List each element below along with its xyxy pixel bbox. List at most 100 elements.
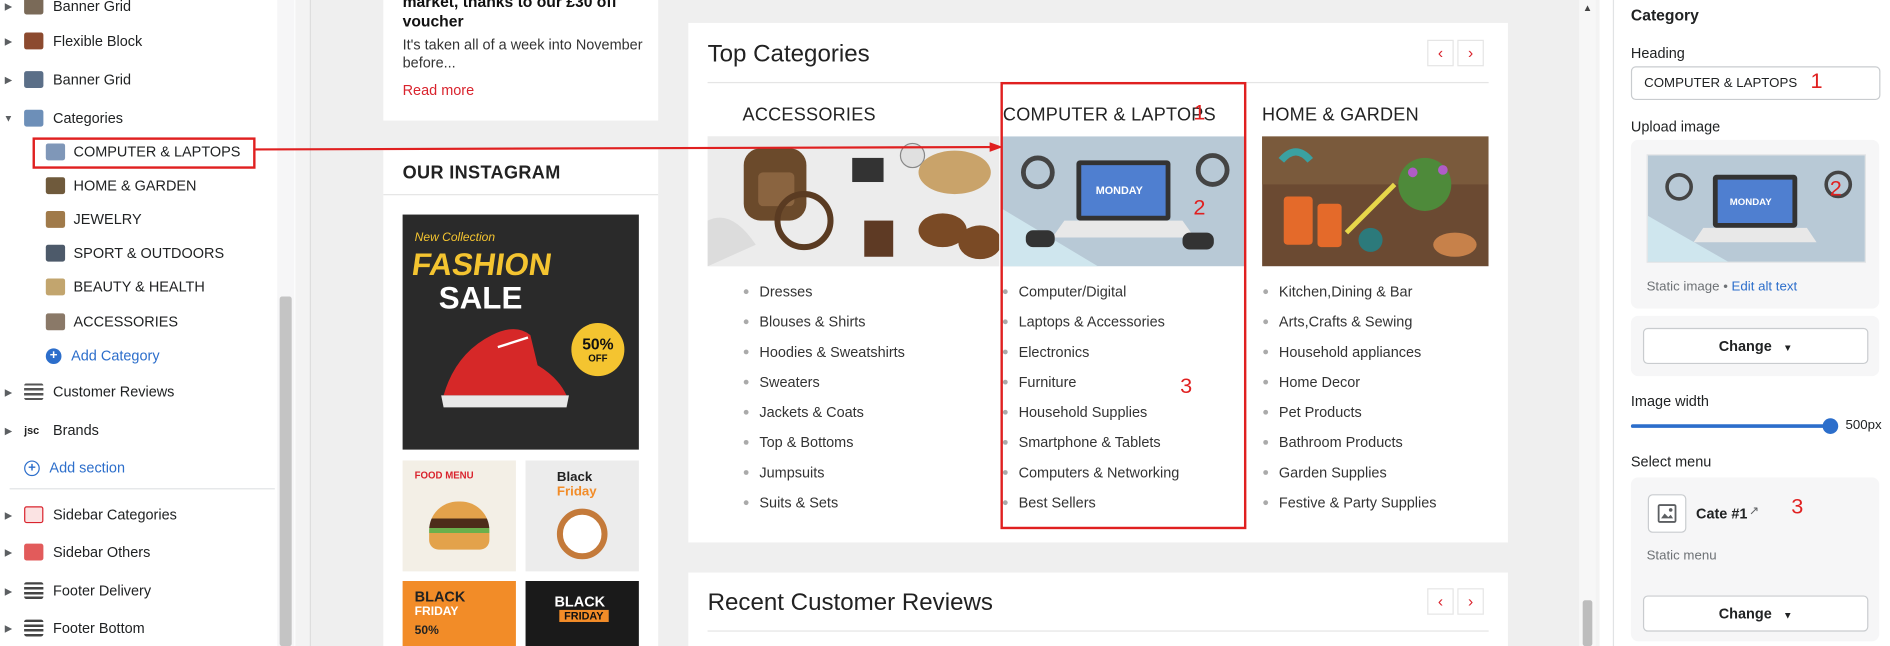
- category-image-home-garden[interactable]: [1262, 136, 1489, 267]
- section-thumbnail: [24, 506, 44, 524]
- tree-item-banner-grid-1[interactable]: ▶ Banner Grid: [0, 0, 131, 20]
- tree-item-categories[interactable]: ▼ Categories: [0, 104, 123, 133]
- change-image-button[interactable]: Change ▼: [1642, 327, 1869, 365]
- badge-text: OFF: [588, 353, 608, 365]
- chevron-right-icon[interactable]: ▶: [0, 386, 17, 397]
- tree-item-flexible-block[interactable]: ▶ Flexible Block: [0, 27, 142, 56]
- tree-item-label: Sidebar Others: [53, 543, 151, 561]
- category-item-jewelry[interactable]: JEWELRY: [45, 206, 142, 233]
- tree-item-footer-bottom[interactable]: ▶ Footer Bottom: [0, 614, 145, 643]
- category-link[interactable]: Kitchen,Dining & Bar: [1263, 276, 1436, 306]
- category-link[interactable]: Bathroom Products: [1263, 427, 1436, 457]
- category-link[interactable]: Jumpsuits: [744, 457, 905, 487]
- instagram-post-black-friday-2[interactable]: BLACK FRIDAY: [525, 581, 639, 646]
- add-section-button[interactable]: + Add section: [24, 453, 125, 482]
- image-width-slider-handle[interactable]: [1822, 418, 1839, 434]
- instagram-post-food[interactable]: FOOD MENU: [402, 460, 516, 572]
- selected-image-preview[interactable]: MONDAY: [1646, 154, 1866, 263]
- carousel-next-button[interactable]: ›: [1457, 588, 1484, 615]
- card-divider: [383, 194, 659, 196]
- add-category-button[interactable]: + Add Category: [45, 342, 160, 369]
- chevron-right-icon[interactable]: ▶: [0, 1, 17, 12]
- chevron-right-icon[interactable]: ▶: [0, 509, 17, 520]
- category-link[interactable]: Pet Products: [1263, 397, 1436, 427]
- blog-title-line1[interactable]: market, thanks to our £30 off: [403, 0, 617, 12]
- read-more-link[interactable]: Read more: [403, 82, 475, 99]
- category-item-accessories[interactable]: ACCESSORIES: [45, 309, 178, 336]
- svg-text:MONDAY: MONDAY: [1730, 197, 1772, 208]
- category-label: JEWELRY: [73, 210, 142, 228]
- settings-panel: Category Heading COMPUTER & LAPTOPS 1 Up…: [1612, 0, 1890, 646]
- tree-item-label: Flexible Block: [53, 32, 143, 50]
- tree-item-label: Footer Bottom: [53, 619, 145, 637]
- blog-excerpt-line1: It's taken all of a week into November: [402, 36, 643, 54]
- category-title-home-garden[interactable]: HOME & GARDEN: [1262, 105, 1419, 125]
- category-item-beauty-health[interactable]: BEAUTY & HEALTH: [45, 274, 205, 301]
- brand-logo-icon: jsc: [24, 421, 44, 439]
- carousel-next-button[interactable]: ›: [1457, 39, 1484, 67]
- post-text: FASHION: [409, 245, 555, 283]
- section-thumbnail: [24, 32, 44, 50]
- tree-item-label: Banner Grid: [53, 0, 132, 15]
- customer-reviews-section: Recent Customer Reviews ‹ ›: [688, 572, 1508, 646]
- category-label: BEAUTY & HEALTH: [73, 278, 205, 296]
- tree-item-sidebar-categories[interactable]: ▶ Sidebar Categories: [0, 500, 177, 529]
- caret-down-icon: ▼: [1783, 609, 1793, 621]
- category-link[interactable]: Arts,Crafts & Sewing: [1263, 306, 1436, 336]
- category-item-home-garden[interactable]: HOME & GARDEN: [45, 172, 197, 199]
- carousel-prev-button[interactable]: ‹: [1427, 588, 1454, 615]
- external-link-icon[interactable]: ↗: [1749, 505, 1759, 518]
- menu-name[interactable]: Cate #1: [1696, 505, 1747, 522]
- section-thumbnail: [24, 543, 44, 561]
- carousel-prev-button[interactable]: ‹: [1427, 39, 1454, 67]
- category-link[interactable]: Sweaters: [744, 366, 905, 396]
- chevron-right-icon[interactable]: ▶: [0, 585, 17, 596]
- image-width-slider-track[interactable]: [1630, 424, 1832, 428]
- instagram-post-large[interactable]: New Collection FASHION SALE 50% OFF: [402, 214, 639, 450]
- category-link[interactable]: Dresses: [744, 276, 905, 306]
- blog-excerpt-line2: before...: [402, 54, 456, 72]
- category-label: SPORT & OUTDOORS: [73, 244, 225, 262]
- chevron-right-icon[interactable]: ▶: [0, 74, 17, 85]
- category-link[interactable]: Festive & Party Supplies: [1263, 487, 1437, 517]
- category-link[interactable]: Jackets & Coats: [744, 397, 905, 427]
- chevron-right-icon[interactable]: ▶: [0, 425, 17, 436]
- post-text: FOOD MENU: [414, 470, 474, 481]
- tree-item-customer-reviews[interactable]: ▶ Customer Reviews: [0, 377, 174, 406]
- tree-item-sidebar-others[interactable]: ▶ Sidebar Others: [0, 538, 150, 567]
- category-link[interactable]: Suits & Sets: [744, 487, 905, 517]
- chevron-right-icon[interactable]: ▶: [0, 36, 17, 47]
- category-link[interactable]: Household appliances: [1263, 336, 1436, 366]
- preview-scrollbar-track[interactable]: [1579, 0, 1596, 646]
- tree-item-brands[interactable]: ▶ jsc Brands: [0, 416, 99, 445]
- chevron-down-icon[interactable]: ▼: [0, 113, 17, 124]
- section-divider: [9, 488, 275, 490]
- chevron-right-icon[interactable]: ▶: [0, 623, 17, 634]
- change-menu-button[interactable]: Change ▼: [1642, 595, 1869, 632]
- sidebar-scrollbar-thumb[interactable]: [279, 296, 292, 646]
- category-title-accessories[interactable]: ACCESSORIES: [743, 105, 876, 125]
- annotation-number: 3: [1791, 494, 1804, 519]
- image-meta: Static image • Edit alt text: [1646, 279, 1798, 295]
- annotation-number: 1: [1193, 100, 1206, 125]
- section-thumbnail: [24, 0, 44, 15]
- chevron-right-icon[interactable]: ▶: [0, 547, 17, 558]
- category-link[interactable]: Garden Supplies: [1263, 457, 1436, 487]
- tree-item-footer-delivery[interactable]: ▶ Footer Delivery: [0, 576, 151, 605]
- category-link[interactable]: Hoodies & Sweatshirts: [744, 336, 905, 366]
- instagram-post-watch[interactable]: Black Friday: [525, 460, 639, 572]
- edit-alt-text-link[interactable]: Edit alt text: [1732, 280, 1798, 294]
- category-links-accessories: Dresses Blouses & Shirts Hoodies & Sweat…: [744, 276, 905, 517]
- section-divider: [707, 630, 1489, 632]
- menu-image-icon: [1647, 494, 1687, 533]
- category-link[interactable]: Blouses & Shirts: [744, 306, 905, 336]
- heading-input[interactable]: COMPUTER & LAPTOPS: [1630, 66, 1881, 101]
- blog-title-line2[interactable]: voucher: [403, 12, 464, 31]
- instagram-post-black-friday-1[interactable]: BLACK FRIDAY 50%: [402, 581, 516, 646]
- scroll-up-arrow-icon[interactable]: ▲: [1580, 2, 1594, 13]
- category-link[interactable]: Home Decor: [1263, 366, 1436, 396]
- tree-item-banner-grid-2[interactable]: ▶ Banner Grid: [0, 65, 131, 94]
- category-link[interactable]: Top & Bottoms: [744, 427, 905, 457]
- preview-scrollbar-thumb[interactable]: [1582, 600, 1593, 646]
- category-item-sport-outdoors[interactable]: SPORT & OUTDOORS: [45, 240, 225, 267]
